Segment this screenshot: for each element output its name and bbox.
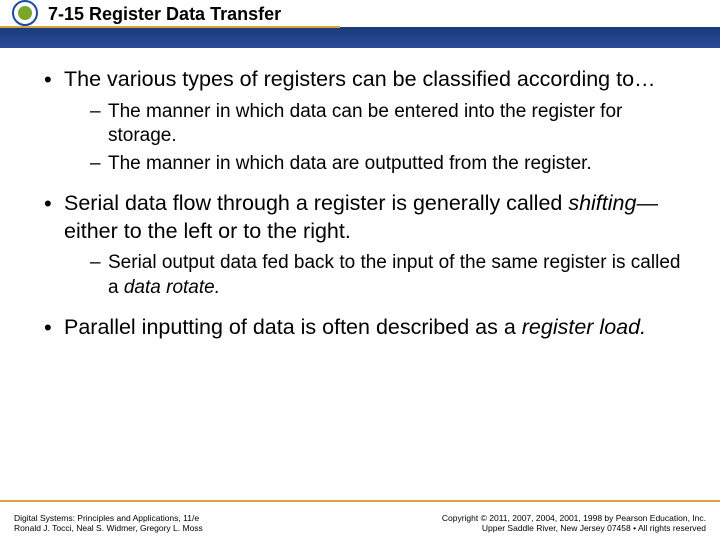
title-underline bbox=[0, 26, 340, 28]
footer-divider bbox=[0, 500, 720, 502]
footer-copyright: Copyright © 2011, 2007, 2004, 2001, 1998… bbox=[442, 513, 706, 524]
bullet-1-text: The various types of registers can be cl… bbox=[64, 67, 656, 91]
bullet-1-sub-1: The manner in which data can be entered … bbox=[90, 100, 690, 149]
bullet-2-sub-1-italic: data rotate. bbox=[124, 277, 220, 298]
footer-book-title: Digital Systems: Principles and Applicat… bbox=[14, 513, 203, 524]
bullet-2-text-a: Serial data flow through a register is g… bbox=[64, 191, 568, 215]
bullet-3-italic: register load. bbox=[522, 315, 646, 339]
bullet-1-sub-2: The manner in which data are outputted f… bbox=[90, 152, 690, 176]
footer-right: Copyright © 2011, 2007, 2004, 2001, 1998… bbox=[442, 513, 706, 534]
title-bar: 7-15 Register Data Transfer bbox=[0, 0, 720, 48]
bullet-3: Parallel inputting of data is often desc… bbox=[44, 314, 690, 342]
bullet-2-italic: shifting bbox=[568, 191, 636, 215]
bullet-1: The various types of registers can be cl… bbox=[44, 66, 690, 176]
footer: Digital Systems: Principles and Applicat… bbox=[0, 513, 720, 534]
page-title: 7-15 Register Data Transfer bbox=[48, 4, 281, 25]
footer-address: Upper Saddle River, New Jersey 07458 • A… bbox=[442, 523, 706, 534]
bullet-2-sub-1: Serial output data fed back to the input… bbox=[90, 251, 690, 300]
footer-authors: Ronald J. Tocci, Neal S. Widmer, Gregory… bbox=[14, 523, 203, 534]
bullet-3-text-a: Parallel inputting of data is often desc… bbox=[64, 315, 522, 339]
title-bullet-icon bbox=[8, 0, 42, 34]
slide-content: The various types of registers can be cl… bbox=[0, 48, 720, 342]
bullet-2: Serial data flow through a register is g… bbox=[44, 190, 690, 300]
footer-left: Digital Systems: Principles and Applicat… bbox=[14, 513, 203, 534]
